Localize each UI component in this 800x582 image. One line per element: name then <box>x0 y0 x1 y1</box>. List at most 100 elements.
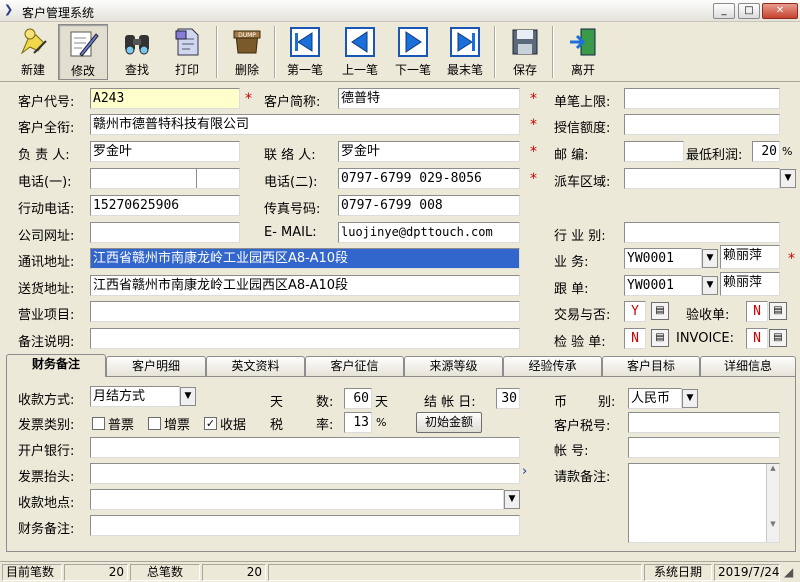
lookup-icon[interactable]: ▤ <box>651 329 669 347</box>
tab-credit[interactable]: 客户征信 <box>305 356 404 376</box>
full-name-field[interactable]: 赣州市德普特科技有限公司 <box>90 114 520 135</box>
fax-field[interactable]: 0797-6799 008 <box>338 195 520 216</box>
tab-source-level[interactable]: 来源等级 <box>404 356 503 376</box>
salesman-name-field[interactable]: 赖丽萍 <box>720 245 780 269</box>
trade-label: 交易与否: <box>554 308 611 323</box>
single-limit-field[interactable] <box>624 88 780 109</box>
invoice-field[interactable]: N <box>746 328 768 349</box>
contact-field[interactable]: 罗金叶 <box>338 141 520 162</box>
customer-code-field[interactable]: A243 <box>90 88 240 109</box>
lookup-icon[interactable]: ▤ <box>769 329 787 347</box>
remark-field[interactable] <box>90 328 520 349</box>
bank-field[interactable] <box>90 437 520 458</box>
tax-no-field[interactable] <box>628 412 780 433</box>
trade-field[interactable]: Y <box>624 301 646 322</box>
find-button[interactable]: 查找 <box>112 24 162 80</box>
chevron-down-icon[interactable]: ▼ <box>780 169 796 188</box>
edit-button[interactable]: 修改 <box>58 24 108 80</box>
credit-limit-field[interactable] <box>624 114 780 135</box>
account-label: 帐 号: <box>554 444 589 459</box>
website-field[interactable] <box>90 222 240 243</box>
finance-note-field[interactable] <box>90 515 520 536</box>
tax-rate-field[interactable]: 13 <box>344 412 372 433</box>
days-field[interactable]: 60 <box>344 388 372 409</box>
scrollbar[interactable]: ▲ ▼ <box>766 464 779 542</box>
ship-address-field[interactable]: 江西省赣州市南康龙岭工业园西区A8-A10段 <box>90 275 520 296</box>
currency-label-a: 币 <box>554 395 568 410</box>
initial-amount-button[interactable]: 初始金额 <box>416 412 482 433</box>
chevron-down-icon[interactable]: ▼ <box>180 387 196 406</box>
toolbar-separator <box>216 26 218 78</box>
min-profit-field[interactable]: 20 <box>752 141 780 162</box>
chevron-right-icon[interactable]: › <box>522 464 527 479</box>
mobile-field[interactable]: 15270625906 <box>90 195 240 216</box>
exit-button[interactable]: 离开 <box>558 24 608 80</box>
edit-label: 修改 <box>70 64 95 78</box>
delivery-area-label: 派车区域: <box>554 175 611 190</box>
payment-note-textarea[interactable] <box>628 463 780 543</box>
plain-invoice-checkbox[interactable] <box>92 417 105 430</box>
short-name-field[interactable]: 德普特 <box>338 88 520 109</box>
industry-field[interactable] <box>624 222 780 243</box>
next-record-button[interactable]: 下一笔 <box>388 24 438 80</box>
invoice-title-field[interactable] <box>90 463 520 484</box>
inspection-field[interactable]: N <box>624 328 646 349</box>
customer-code-label: 客户代号: <box>18 95 75 110</box>
chevron-down-icon[interactable]: ▼ <box>702 249 718 268</box>
tab-customer-goal[interactable]: 客户目标 <box>602 356 700 376</box>
delete-button[interactable]: DUMP 删除 <box>222 24 272 80</box>
salesman-code-select[interactable]: YW0001 <box>624 248 702 269</box>
postcode-field[interactable] <box>624 141 684 162</box>
save-button[interactable]: 保存 <box>500 24 550 80</box>
maximize-button[interactable]: □ <box>738 3 760 19</box>
print-button[interactable]: 打印 <box>162 24 212 80</box>
tab-customer-detail[interactable]: 客户明细 <box>106 356 206 376</box>
delete-label: 删除 <box>234 63 259 77</box>
phone1-label: 电话(一): <box>18 175 72 190</box>
toolbar-separator <box>552 26 554 78</box>
tab-english[interactable]: 英文资料 <box>206 356 305 376</box>
close-button[interactable]: ✕ <box>762 3 798 19</box>
website-label: 公司网址: <box>18 229 75 244</box>
follow-label: 跟 单: <box>554 282 589 297</box>
title-bar: ❯ 客户管理系统 _ □ ✕ <box>0 0 800 22</box>
previous-record-button[interactable]: 上一笔 <box>335 24 385 80</box>
owner-field[interactable]: 罗金叶 <box>90 141 240 162</box>
collect-place-select[interactable] <box>90 489 504 510</box>
chevron-down-icon[interactable]: ▼ <box>682 389 698 408</box>
last-record-button[interactable]: 最末笔 <box>440 24 490 80</box>
minimize-button[interactable]: _ <box>713 3 735 19</box>
scroll-down-icon[interactable]: ▼ <box>770 520 775 528</box>
delivery-area-select[interactable] <box>624 168 780 189</box>
lookup-icon[interactable]: ▤ <box>769 302 787 320</box>
receipt-checkbox[interactable]: ✓ <box>204 417 217 430</box>
finance-note-label: 财务备注: <box>18 522 75 537</box>
tab-details[interactable]: 详细信息 <box>700 356 796 376</box>
first-record-button[interactable]: 第一笔 <box>280 24 330 80</box>
tab-finance[interactable]: 财务备注 <box>6 354 106 377</box>
chevron-down-icon[interactable]: ▼ <box>702 276 718 295</box>
chevron-down-icon[interactable]: ▼ <box>504 490 520 509</box>
email-field[interactable]: luojinye@dpttouch.com <box>338 222 520 243</box>
new-button[interactable]: 新建 <box>8 24 58 80</box>
follow-name-field[interactable]: 赖丽萍 <box>720 272 780 296</box>
account-field[interactable] <box>628 437 780 458</box>
next-record-label: 下一笔 <box>394 63 431 77</box>
resize-grip-icon[interactable]: ◢ <box>784 565 793 579</box>
vat-invoice-checkbox[interactable] <box>148 417 161 430</box>
email-label: E- MAIL: <box>264 225 317 240</box>
business-field[interactable] <box>90 301 520 322</box>
save-icon <box>512 29 538 55</box>
follow-code-select[interactable]: YW0001 <box>624 275 702 296</box>
phone2-field[interactable]: 0797-6799 029-8056 <box>338 168 520 189</box>
currency-select[interactable]: 人民币 <box>628 388 682 409</box>
scroll-up-icon[interactable]: ▲ <box>770 464 775 472</box>
acceptance-field[interactable]: N <box>746 301 768 322</box>
postcode-label: 邮 编: <box>554 148 589 163</box>
lookup-icon[interactable]: ▤ <box>651 302 669 320</box>
tab-experience[interactable]: 经验传承 <box>503 356 602 376</box>
closing-day-field[interactable]: 30 <box>496 388 520 409</box>
pay-method-select[interactable]: 月结方式 <box>90 386 180 407</box>
mail-address-field[interactable]: 江西省赣州市南康龙岭工业园西区A8-A10段 <box>90 248 520 269</box>
phone1-field[interactable] <box>90 168 240 189</box>
